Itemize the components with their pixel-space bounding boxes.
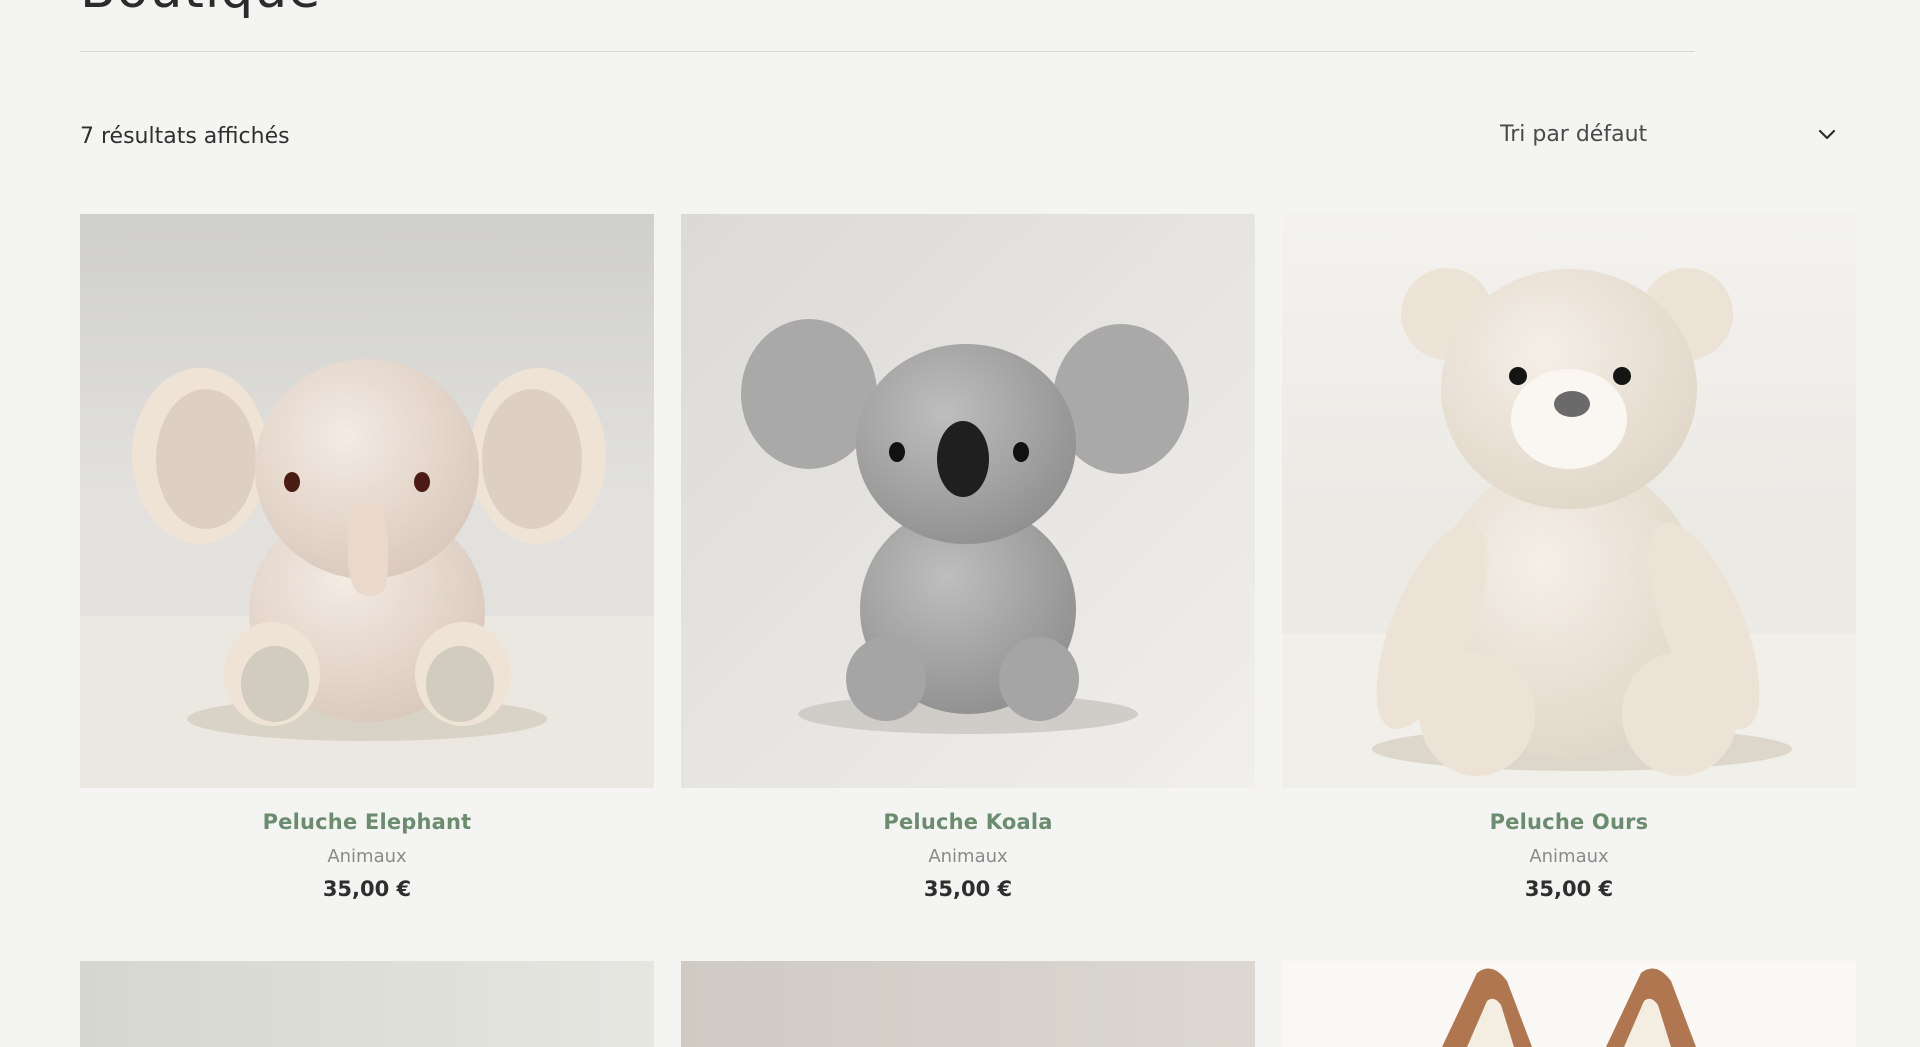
- product-category[interactable]: Animaux: [1282, 846, 1856, 867]
- product-image[interactable]: [1282, 961, 1856, 1047]
- sort-select-value: Tri par défaut: [1500, 121, 1648, 147]
- product-card[interactable]: [80, 961, 654, 1047]
- product-category[interactable]: Animaux: [681, 846, 1255, 867]
- product-name[interactable]: Peluche Ours: [1282, 810, 1856, 834]
- product-name[interactable]: Peluche Koala: [681, 810, 1255, 834]
- product-image-elephant[interactable]: [80, 214, 654, 788]
- page-title: Boutique: [80, 0, 321, 20]
- product-price: 35,00 €: [1524, 877, 1614, 901]
- product-image[interactable]: [80, 961, 654, 1047]
- product-image-koala[interactable]: [681, 214, 1255, 788]
- product-price: 35,00 €: [322, 877, 412, 901]
- product-card[interactable]: Peluche Ours Animaux 35,00 €: [1282, 214, 1856, 901]
- product-image[interactable]: [681, 961, 1255, 1047]
- product-card[interactable]: Peluche Elephant Animaux 35,00 €: [80, 214, 654, 901]
- product-price: 35,00 €: [923, 877, 1013, 901]
- product-card[interactable]: Peluche Koala Animaux 35,00 €: [681, 214, 1255, 901]
- product-card[interactable]: [1282, 961, 1856, 1047]
- product-category[interactable]: Animaux: [80, 846, 654, 867]
- product-name[interactable]: Peluche Elephant: [80, 810, 654, 834]
- title-divider: [80, 51, 1695, 52]
- sort-select[interactable]: Tri par défaut: [1480, 112, 1856, 156]
- product-grid: Peluche Elephant Animaux 35,00 € Peluche…: [80, 214, 1856, 1047]
- product-image-bear[interactable]: [1282, 214, 1856, 788]
- product-card[interactable]: [681, 961, 1255, 1047]
- chevron-down-icon: [1818, 129, 1836, 140]
- results-count: 7 résultats affichés: [80, 124, 290, 149]
